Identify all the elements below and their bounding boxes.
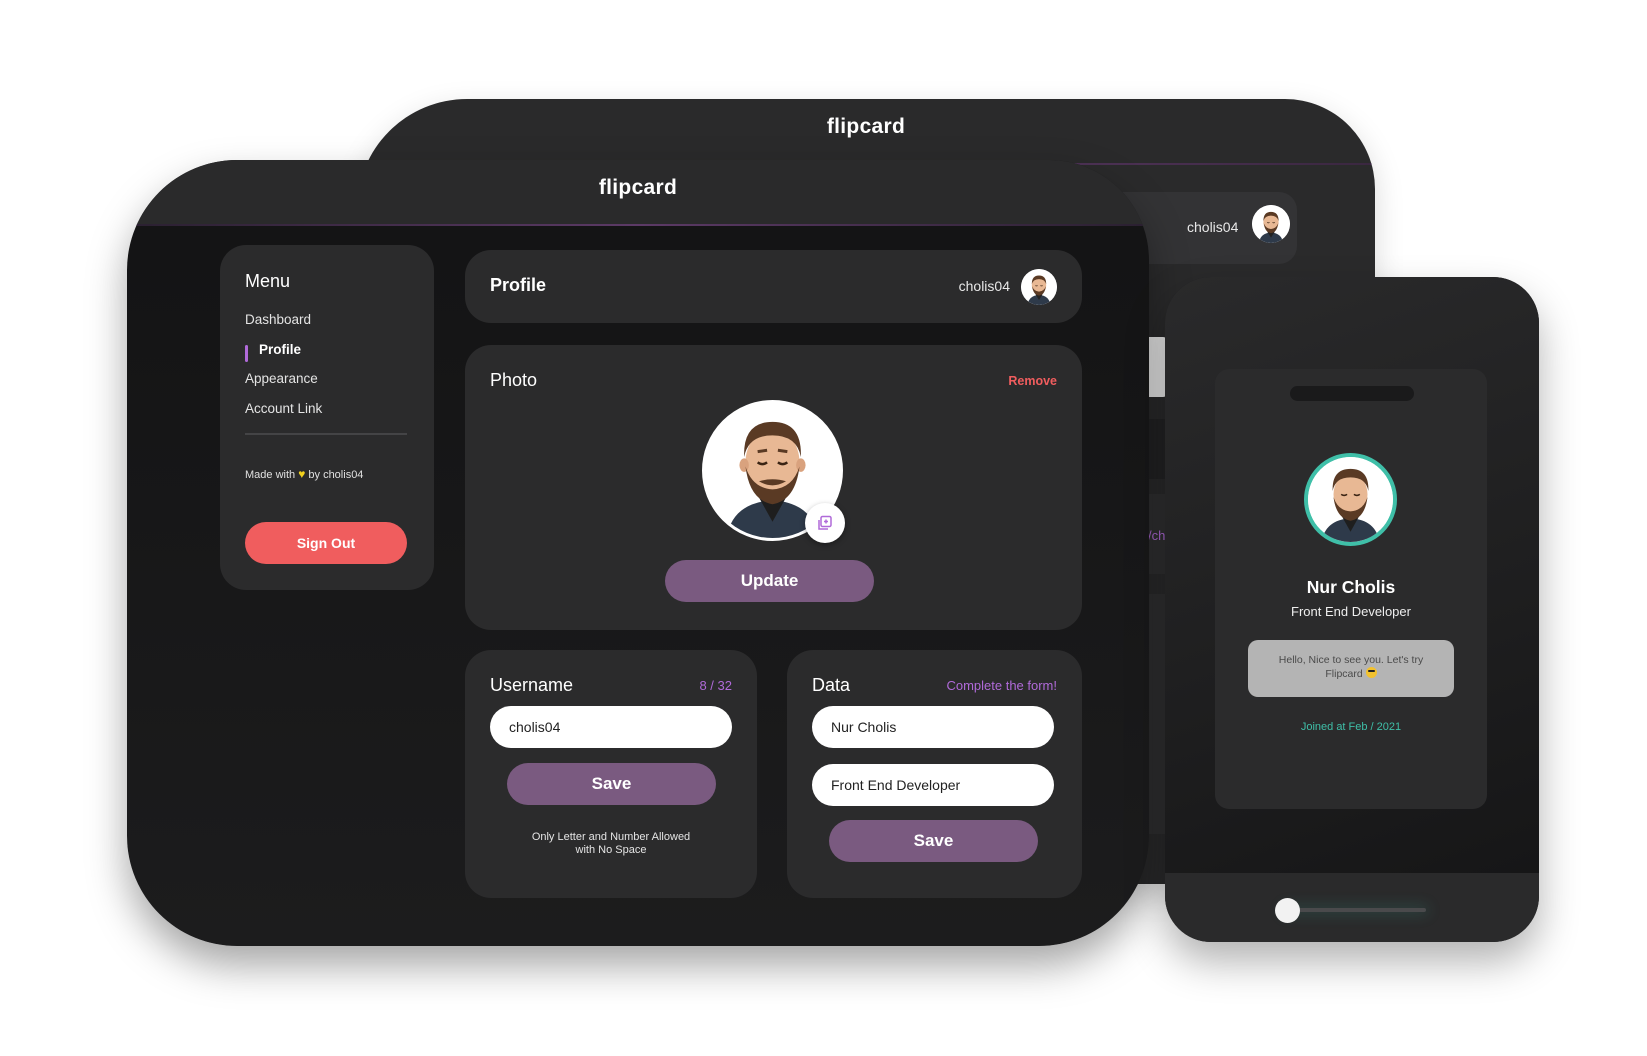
preview-joined-date: Joined at Feb / 2021	[1300, 721, 1402, 733]
preview-role: Front End Developer	[1291, 604, 1411, 619]
header-username: cholis04	[958, 278, 1010, 294]
remove-photo-link[interactable]: Remove	[1008, 374, 1057, 388]
card-notch	[1290, 386, 1414, 401]
preview-name: Nur Cholis	[1306, 577, 1396, 597]
front-header-divider	[127, 224, 1149, 226]
menu-title: Menu	[245, 271, 291, 291]
phone-preview: Nur Cholis Front End Developer Hello, Ni…	[1165, 277, 1539, 942]
front-desktop-window: flipcard Menu Dashboard Profile Appearan…	[127, 160, 1149, 946]
data-title: Data	[812, 675, 851, 695]
save-username-button[interactable]: Save	[507, 763, 716, 805]
sidebar-item-account-link[interactable]: Account Link	[245, 401, 322, 416]
data-form-hint: Complete the form!	[946, 678, 1057, 693]
save-data-button[interactable]: Save	[829, 820, 1038, 862]
active-indicator	[245, 345, 248, 362]
photo-title: Photo	[490, 370, 538, 390]
full-name-input[interactable]	[812, 706, 1054, 748]
avatar-face-icon	[1308, 457, 1393, 542]
preview-avatar	[1304, 453, 1397, 546]
sidebar-item-profile[interactable]: Profile	[259, 342, 301, 357]
sidebar-item-dashboard[interactable]: Dashboard	[245, 312, 311, 327]
back-username: cholis04	[1187, 219, 1239, 235]
sunglasses-emoji-icon	[1365, 667, 1377, 678]
sidebar-menu: Menu Dashboard Profile Appearance Accoun…	[220, 245, 434, 590]
job-title-input[interactable]	[812, 764, 1054, 806]
image-edit-glyph-icon	[818, 515, 832, 530]
heart-icon: ♥	[298, 467, 306, 481]
sidebar-item-appearance[interactable]: Appearance	[245, 371, 318, 386]
phone-bottom-bar	[1165, 873, 1539, 942]
data-card: Data Complete the form! Save	[787, 650, 1082, 898]
username-hint: Only Letter and Number Allowed with No S…	[465, 831, 757, 857]
avatar[interactable]	[1021, 269, 1057, 305]
made-with-suffix: by cholis04	[308, 469, 364, 481]
theme-toggle-track[interactable]	[1284, 908, 1426, 912]
theme-toggle-knob[interactable]	[1275, 898, 1300, 923]
avatar-face-icon	[1252, 205, 1290, 243]
username-title: Username	[490, 675, 574, 695]
front-app-title: flipcard	[598, 176, 678, 199]
page-title: Profile	[490, 275, 547, 295]
preview-message-bubble: Hello, Nice to see you. Let's try Flipca…	[1248, 640, 1454, 697]
username-input[interactable]	[490, 706, 732, 748]
username-hint-line2: with No Space	[575, 844, 647, 856]
update-photo-button[interactable]: Update	[665, 560, 874, 602]
phone-screen: Nur Cholis Front End Developer Hello, Ni…	[1165, 277, 1539, 873]
made-with-credit: Made with ♥ by cholis04	[245, 467, 363, 481]
menu-divider	[245, 433, 407, 435]
username-hint-line1: Only Letter and Number Allowed	[531, 831, 691, 843]
preview-message-text: Hello, Nice to see you. Let's try Flipca…	[1278, 654, 1424, 680]
photo-card: Photo Remove Update	[465, 345, 1082, 630]
username-card: Username 8 / 32 Save Only Letter and Num…	[465, 650, 757, 898]
image-edit-icon[interactable]	[805, 503, 845, 543]
sign-out-button[interactable]: Sign Out	[245, 522, 407, 564]
profile-header: Profile cholis04	[465, 250, 1082, 323]
avatar-face-icon	[1021, 269, 1057, 305]
username-char-counter: 8 / 32	[699, 678, 732, 693]
back-app-title: flipcard	[826, 115, 906, 138]
back-avatar[interactable]	[1252, 205, 1290, 243]
profile-preview-card: Nur Cholis Front End Developer Hello, Ni…	[1215, 369, 1487, 809]
showcase-stage: flipcard cholis04 /chol flipcard Menu Da…	[0, 0, 1647, 1056]
made-with-prefix: Made with	[245, 469, 296, 481]
